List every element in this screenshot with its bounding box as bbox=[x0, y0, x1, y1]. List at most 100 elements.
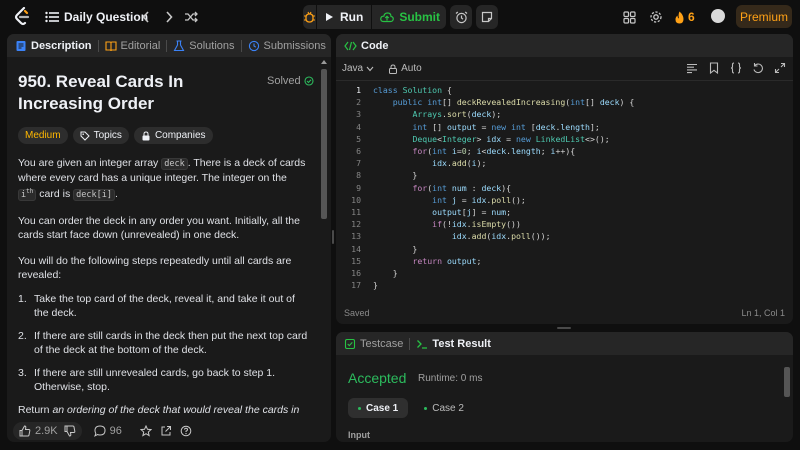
play-icon bbox=[326, 13, 333, 21]
alarm-clock-icon bbox=[455, 11, 467, 23]
code-line: 1 class Solution { bbox=[356, 85, 452, 95]
auto-mode-toggle[interactable]: Auto bbox=[388, 63, 422, 74]
fire-icon bbox=[675, 11, 684, 23]
case-tab[interactable]: Case 2 bbox=[414, 398, 474, 418]
code-line: 9 for(int num : deck){ bbox=[356, 182, 512, 193]
dislike-button[interactable] bbox=[64, 425, 76, 437]
companies-chip[interactable]: Companies bbox=[133, 127, 213, 144]
test-tabs: Testcase Test Result bbox=[336, 332, 793, 355]
description-panel: Description Editorial Solutions Submissi… bbox=[7, 34, 331, 442]
tab-editorial[interactable]: Editorial bbox=[104, 34, 161, 57]
language-select[interactable]: Java bbox=[342, 63, 374, 74]
streak-count: 6 bbox=[688, 10, 695, 24]
problem-title: 950. Reveal Cards In Increasing Order bbox=[18, 72, 184, 113]
panel-resize-handle[interactable] bbox=[332, 230, 334, 244]
superscript: th bbox=[26, 188, 34, 195]
list-item: 1. Take the top card of the deck, reveal … bbox=[18, 292, 308, 320]
description-tabs: Description Editorial Solutions Submissi… bbox=[7, 34, 331, 57]
comment-count: 96 bbox=[109, 425, 122, 437]
tab-divider bbox=[409, 337, 411, 350]
format-lines-icon[interactable] bbox=[685, 61, 699, 75]
like-button[interactable]: 2.9K bbox=[19, 425, 58, 437]
terminal-icon bbox=[417, 339, 428, 349]
settings-gear-icon[interactable] bbox=[647, 8, 665, 26]
shuffle-icon[interactable] bbox=[183, 8, 199, 26]
comments-button[interactable]: 96 bbox=[93, 425, 122, 437]
description-paragraph: You will do the following steps repeated… bbox=[18, 254, 292, 281]
scroll-up-arrow-icon[interactable] bbox=[321, 59, 327, 65]
daily-question-link[interactable]: Daily Question bbox=[64, 8, 148, 26]
help-icon[interactable] bbox=[180, 425, 192, 437]
code-line: 17} bbox=[351, 280, 378, 291]
checkbox-icon bbox=[344, 338, 356, 349]
tab-solutions[interactable]: Solutions bbox=[173, 34, 235, 57]
cursor-position: Ln 1, Col 1 bbox=[741, 308, 785, 318]
share-icon[interactable] bbox=[160, 425, 172, 437]
maximize-icon[interactable] bbox=[773, 61, 787, 75]
inline-code: ith bbox=[18, 188, 37, 201]
run-button-label: Run bbox=[340, 10, 364, 24]
description-paragraph: You are given an integer array deck. The… bbox=[18, 156, 308, 202]
code-line: 5 Deque<Integer> idx = new LinkedList<>(… bbox=[356, 133, 610, 144]
pass-dot-icon bbox=[358, 406, 361, 410]
timer-button[interactable] bbox=[450, 5, 472, 29]
problem-description: 950. Reveal Cards In Increasing Order So… bbox=[7, 57, 319, 419]
topics-label: Topics bbox=[93, 130, 122, 141]
tab-description[interactable]: Description bbox=[15, 34, 92, 57]
test-result-panel: Testcase Test Result Accepted Runtime: 0… bbox=[336, 332, 793, 442]
step-text: If there are still unrevealed cards, go … bbox=[34, 366, 276, 393]
lock-icon bbox=[389, 63, 398, 74]
tab-submissions[interactable]: Submissions bbox=[248, 34, 326, 57]
tab-test-result[interactable]: Test Result bbox=[416, 332, 491, 355]
chevron-left-icon[interactable] bbox=[138, 8, 154, 26]
favorite-star-icon[interactable] bbox=[139, 425, 152, 437]
italic-text: an ordering of the deck that would revea… bbox=[52, 403, 300, 416]
code-editor[interactable]: 1 class Solution { 2 public int[] deckRev… bbox=[336, 84, 793, 299]
streak-counter[interactable]: 6 bbox=[674, 7, 695, 27]
result-scroll-thumb[interactable] bbox=[784, 367, 790, 397]
tab-divider bbox=[97, 39, 99, 52]
tab-testcase[interactable]: Testcase bbox=[344, 332, 403, 355]
code-line: 8 } bbox=[356, 170, 418, 181]
text: . bbox=[114, 187, 118, 200]
tab-editorial-label: Editorial bbox=[120, 39, 161, 52]
top-navigation-bar: Daily Question Run Submit 6 Premium bbox=[0, 0, 800, 33]
check-circle-icon bbox=[304, 76, 314, 86]
debug-button[interactable] bbox=[303, 5, 317, 29]
tab-divider bbox=[166, 39, 168, 52]
notes-button[interactable] bbox=[476, 5, 498, 29]
run-button[interactable]: Run bbox=[317, 5, 373, 29]
panel-resize-handle[interactable] bbox=[557, 327, 571, 329]
language-label: Java bbox=[342, 63, 364, 74]
case-tab[interactable]: Case 1 bbox=[348, 398, 409, 418]
problem-list-icon[interactable] bbox=[44, 9, 60, 25]
text: You are given an integer array bbox=[18, 157, 162, 169]
premium-button[interactable]: Premium bbox=[736, 5, 792, 28]
reset-icon[interactable] bbox=[751, 61, 765, 75]
solved-status: Solved bbox=[267, 75, 314, 87]
topics-chip[interactable]: Topics bbox=[72, 127, 129, 144]
inline-code: deck[i] bbox=[73, 188, 115, 201]
code-editor-panel: Code Java Auto 1 class Solution { 2 publi… bbox=[336, 34, 793, 324]
user-avatar[interactable] bbox=[711, 9, 725, 23]
submit-button[interactable]: Submit bbox=[372, 5, 448, 29]
layout-grid-icon[interactable] bbox=[620, 8, 638, 26]
bug-icon bbox=[304, 11, 315, 23]
scroll-thumb[interactable] bbox=[321, 69, 327, 219]
chevron-right-icon[interactable] bbox=[161, 8, 177, 26]
lock-icon bbox=[142, 130, 150, 140]
like-count: 2.9K bbox=[35, 425, 58, 437]
code-line: 3 Arrays.sort(deck); bbox=[356, 109, 502, 120]
code-line: 16 } bbox=[351, 268, 398, 278]
chevron-down-icon bbox=[366, 66, 374, 71]
curly-braces-icon[interactable] bbox=[729, 61, 743, 75]
description-scrollbar[interactable] bbox=[320, 59, 328, 442]
solved-label: Solved bbox=[267, 75, 301, 87]
code-line: 4 int [] output = new int [deck.length]; bbox=[356, 121, 600, 132]
code-line: 12 if(!idx.isEmpty()) bbox=[351, 219, 521, 230]
step-text: Take the top card of the deck, reveal it… bbox=[34, 292, 295, 319]
bookmark-icon[interactable] bbox=[707, 61, 721, 75]
leetcode-logo-icon[interactable] bbox=[12, 7, 32, 27]
steps-list: 1. Take the top card of the deck, reveal … bbox=[18, 292, 308, 394]
code-line: 14 } bbox=[351, 243, 418, 254]
